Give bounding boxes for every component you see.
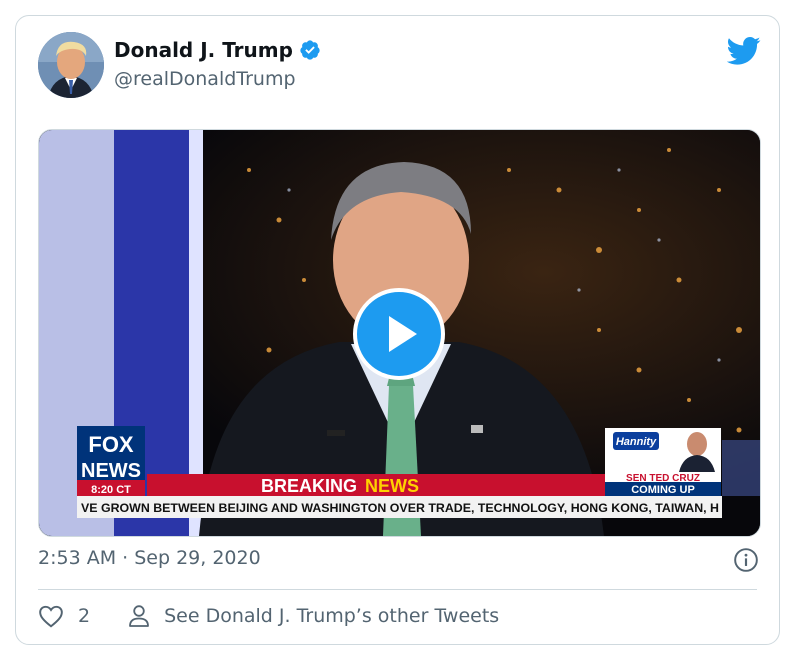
- author-name-row: Donald J. Trump: [114, 38, 321, 62]
- see-other-tweets-label: See Donald J. Trump’s other Tweets: [164, 605, 500, 627]
- clock-text: 8:20 CT: [91, 484, 131, 496]
- tweet-timestamp[interactable]: 2:53 AM · Sep 29, 2020: [38, 547, 261, 569]
- tweet-card: Donald J. Trump @realDonaldTrump FOX NEW…: [15, 15, 780, 645]
- like-button[interactable]: 2: [38, 604, 90, 628]
- author-name[interactable]: Donald J. Trump: [114, 38, 293, 62]
- promo-show-name: Hannity: [616, 436, 657, 448]
- news-ticker: VE GROWN BETWEEN BEIJING AND WASHINGTON …: [81, 501, 719, 515]
- avatar-image: [38, 32, 104, 98]
- like-count: 2: [78, 605, 91, 627]
- avatar[interactable]: [38, 32, 104, 98]
- play-button[interactable]: [353, 288, 445, 380]
- tweet-actions: 2 See Donald J. Trump’s other Tweets: [38, 604, 499, 628]
- fox-logo-line2: NEWS: [81, 460, 141, 482]
- video-player[interactable]: FOX NEWS 8:20 CT BREAKING NEWS VE GROWN …: [38, 129, 761, 537]
- twitter-bird-icon[interactable]: [727, 36, 761, 66]
- divider: [38, 589, 757, 590]
- author-handle[interactable]: @realDonaldTrump: [114, 68, 296, 90]
- person-icon: [129, 605, 149, 627]
- promo-line2: COMING UP: [631, 484, 695, 496]
- fox-logo-line1: FOX: [88, 432, 134, 457]
- info-icon[interactable]: [733, 547, 759, 573]
- verified-badge-icon: [300, 40, 320, 60]
- heart-icon: [39, 605, 63, 628]
- breaking-news-text: NEWS: [365, 476, 419, 496]
- play-icon: [389, 316, 417, 352]
- breaking-text: BREAKING: [261, 476, 357, 496]
- see-other-tweets-link[interactable]: See Donald J. Trump’s other Tweets: [128, 604, 499, 628]
